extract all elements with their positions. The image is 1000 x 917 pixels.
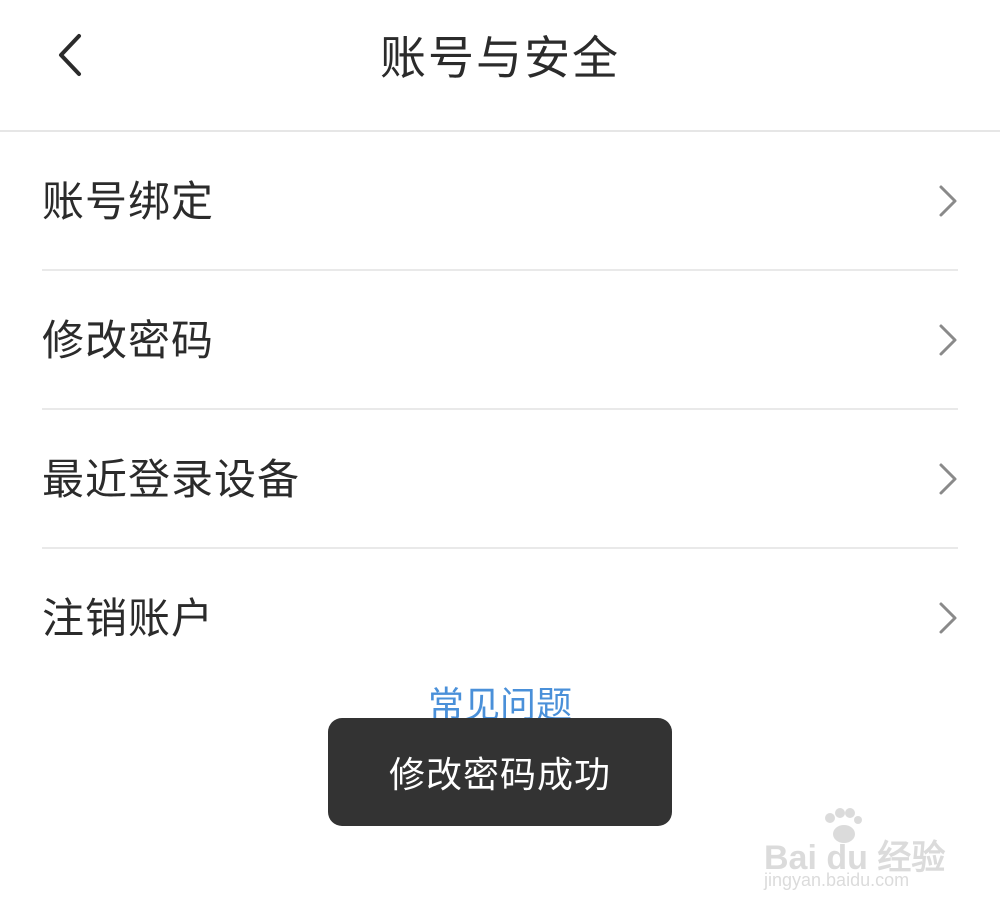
menu-item-delete-account[interactable]: 注销账户 [42, 549, 958, 688]
toast-message: 修改密码成功 [388, 755, 611, 796]
menu-item-label: 最近登录设备 [42, 455, 301, 504]
chevron-right-icon [939, 602, 957, 634]
menu-item-recent-devices[interactable]: 最近登录设备 [42, 410, 958, 549]
menu-item-label: 注销账户 [42, 594, 215, 643]
menu-item-change-password[interactable]: 修改密码 [42, 271, 958, 410]
watermark-url: jingyan.baidu.com [764, 870, 910, 890]
chevron-right-icon [939, 324, 957, 356]
chevron-right-icon [939, 185, 957, 217]
chevron-right-icon [939, 463, 957, 495]
toast-notification: 修改密码成功 [328, 718, 672, 826]
menu-item-label: 账号绑定 [42, 177, 215, 226]
watermark-logo: Bai du 经验 jingyan.baidu.com [764, 808, 945, 908]
settings-list: 账号绑定 修改密码 最近登录设备 注销账户 [0, 132, 1000, 688]
menu-item-account-binding[interactable]: 账号绑定 [42, 132, 958, 271]
header-bar: 账号与安全 [0, 0, 1000, 132]
menu-item-label: 修改密码 [42, 316, 215, 365]
page-title: 账号与安全 [380, 31, 620, 85]
